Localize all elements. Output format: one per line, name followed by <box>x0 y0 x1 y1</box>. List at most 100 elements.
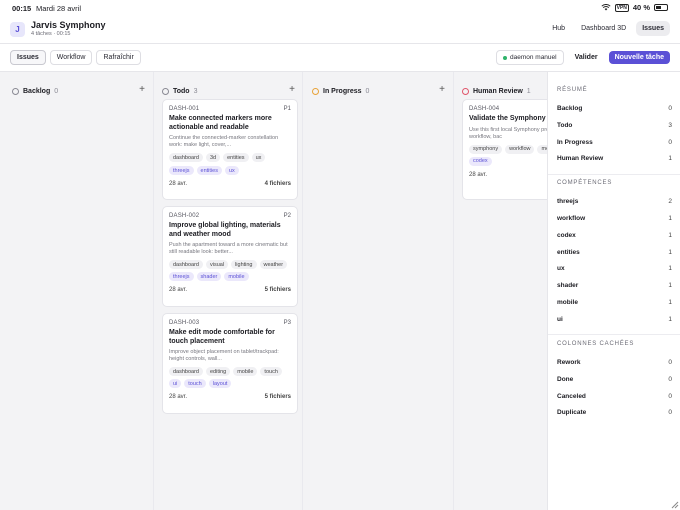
task-card-dash-004[interactable]: DASH-004 Validate the Symphony lab itsel… <box>462 99 547 200</box>
hidden-column-value: 0 <box>668 392 672 400</box>
skill-label: ux <box>557 264 565 272</box>
task-card-dash-002[interactable]: DASH-002 P2 Improve global lighting, mat… <box>162 206 298 307</box>
column-in-progress: In Progress 0 + <box>312 72 445 510</box>
validate-button[interactable]: Valider <box>569 51 604 64</box>
skill-row: ux 1 <box>557 263 672 273</box>
skill-label: mobile <box>557 298 578 306</box>
vpn-badge: VPN <box>614 3 629 12</box>
column-title: Human Review <box>473 87 523 95</box>
tag: ux <box>251 153 266 162</box>
hidden-column-row[interactable]: Duplicate 0 <box>557 407 672 417</box>
status-bar: 00:15 Mardi 28 avril VPN 40 % <box>0 0 680 16</box>
section-title-hidden: COLONNES CACHÉES <box>557 341 635 347</box>
task-card-dash-003[interactable]: DASH-003 P3 Make edit mode comfortable f… <box>162 313 298 414</box>
summary-label: Todo <box>557 121 573 129</box>
hidden-column-row[interactable]: Done 0 <box>557 374 672 384</box>
column-divider <box>302 72 303 510</box>
card-tags: dashboard 3d entities ux <box>169 153 291 162</box>
status-circle-icon <box>12 87 19 95</box>
skill-value: 2 <box>668 197 672 205</box>
skill-value: 1 <box>668 264 672 272</box>
card-date: 28 avr. <box>469 171 488 178</box>
tag: lighting <box>231 260 257 269</box>
card-title: Improve global lighting, materials and w… <box>169 222 281 238</box>
tab-issues[interactable]: Issues <box>10 50 46 65</box>
nav-dashboard-3d[interactable]: Dashboard 3D <box>575 21 632 36</box>
tag: dashboard <box>169 260 203 269</box>
tag: dashboard <box>169 153 203 162</box>
hidden-column-row[interactable]: Canceled 0 <box>557 391 672 401</box>
column-header: Human Review 1 <box>462 85 547 97</box>
skill-row: codex 1 <box>557 230 672 240</box>
refresh-button[interactable]: Rafraîchir <box>96 50 141 65</box>
section-divider <box>548 174 680 175</box>
skill-tag: threejs <box>169 166 194 175</box>
column-divider <box>453 72 454 510</box>
card-title: Validate the Symphony lab itself <box>469 115 547 122</box>
tab-workflow[interactable]: Workflow <box>49 50 93 65</box>
card-skills: threejs entities ux <box>169 166 291 175</box>
task-card-dash-001[interactable]: DASH-001 P1 Make connected markers more … <box>162 99 298 200</box>
tag: dashboard <box>169 367 203 376</box>
card-tags: dashboard editing mobile touch ui touch … <box>169 367 291 388</box>
card-date: 28 avr. <box>169 287 188 293</box>
nav-hub[interactable]: Hub <box>546 21 571 36</box>
wifi-icon <box>601 4 611 11</box>
column-divider <box>153 72 154 510</box>
skill-row: workflow 1 <box>557 213 672 223</box>
card-date: 28 avr. <box>169 181 188 187</box>
battery-level: 40 % <box>632 3 650 12</box>
card-footer: 28 avr. 5 fichiers <box>169 394 291 400</box>
skill-value: 1 <box>668 281 672 289</box>
status-date: Mardi 28 avril <box>36 4 82 13</box>
nav-issues[interactable]: Issues <box>636 21 670 36</box>
summary-row: Human Review 1 <box>557 153 672 163</box>
section-title-resume: RÉSUMÉ <box>557 87 588 93</box>
tag: 3d <box>206 153 221 162</box>
battery-icon <box>654 4 668 11</box>
add-task-icon[interactable]: + <box>439 84 445 95</box>
skill-value: 1 <box>668 231 672 239</box>
skill-value: 1 <box>668 214 672 222</box>
card-files: 4 fichiers <box>264 181 291 187</box>
skill-label: entities <box>557 248 580 256</box>
new-task-button[interactable]: Nouvelle tâche <box>608 51 670 64</box>
skill-row: shader 1 <box>557 280 672 290</box>
skill-value: 1 <box>668 298 672 306</box>
card-id: DASH-004 <box>469 106 500 112</box>
skill-tag: threejs <box>169 272 194 281</box>
tag: weather <box>259 260 288 269</box>
summary-value: 0 <box>668 104 672 112</box>
status-right: VPN 40 % <box>601 3 668 12</box>
skill-row: entities 1 <box>557 247 672 257</box>
add-task-icon[interactable]: + <box>289 84 295 95</box>
skill-tag: layout <box>208 379 232 388</box>
tag: editing <box>206 367 231 376</box>
card-description: Improve object placement on tablet/track… <box>169 349 279 362</box>
column-title: Backlog <box>23 87 51 95</box>
hidden-column-row[interactable]: Rework 0 <box>557 357 672 367</box>
tag: workflow <box>505 144 535 154</box>
skill-label: threejs <box>557 197 579 205</box>
kanban-board: Backlog 0 + Todo 3 + In Progress 0 + Hum… <box>0 72 547 510</box>
toolbar-actions: daemon manuel Valider Nouvelle tâche <box>495 50 670 65</box>
add-task-icon[interactable]: + <box>139 84 145 95</box>
hidden-column-label: Duplicate <box>557 408 587 416</box>
tag: touch <box>260 367 282 376</box>
skill-tag: mobile <box>224 272 249 281</box>
view-tabs: Issues Workflow Rafraîchir <box>10 50 141 65</box>
hidden-column-label: Rework <box>557 358 581 366</box>
card-id: DASH-002 <box>169 213 200 219</box>
hidden-column-label: Canceled <box>557 392 586 400</box>
summary-label: Backlog <box>557 104 583 112</box>
app-title: Jarvis Symphony <box>31 20 106 30</box>
card-description: Use this first local Symphony prove that… <box>469 126 547 140</box>
column-header: Backlog 0 + <box>12 84 145 97</box>
status-circle-icon <box>312 87 319 95</box>
skill-tag: shader <box>196 272 222 281</box>
daemon-status-button[interactable]: daemon manuel <box>495 50 564 65</box>
status-time: 00:15 <box>12 4 32 13</box>
hidden-column-value: 0 <box>668 375 672 383</box>
skill-row: ui 1 <box>557 314 672 324</box>
tag: visual <box>206 260 229 269</box>
